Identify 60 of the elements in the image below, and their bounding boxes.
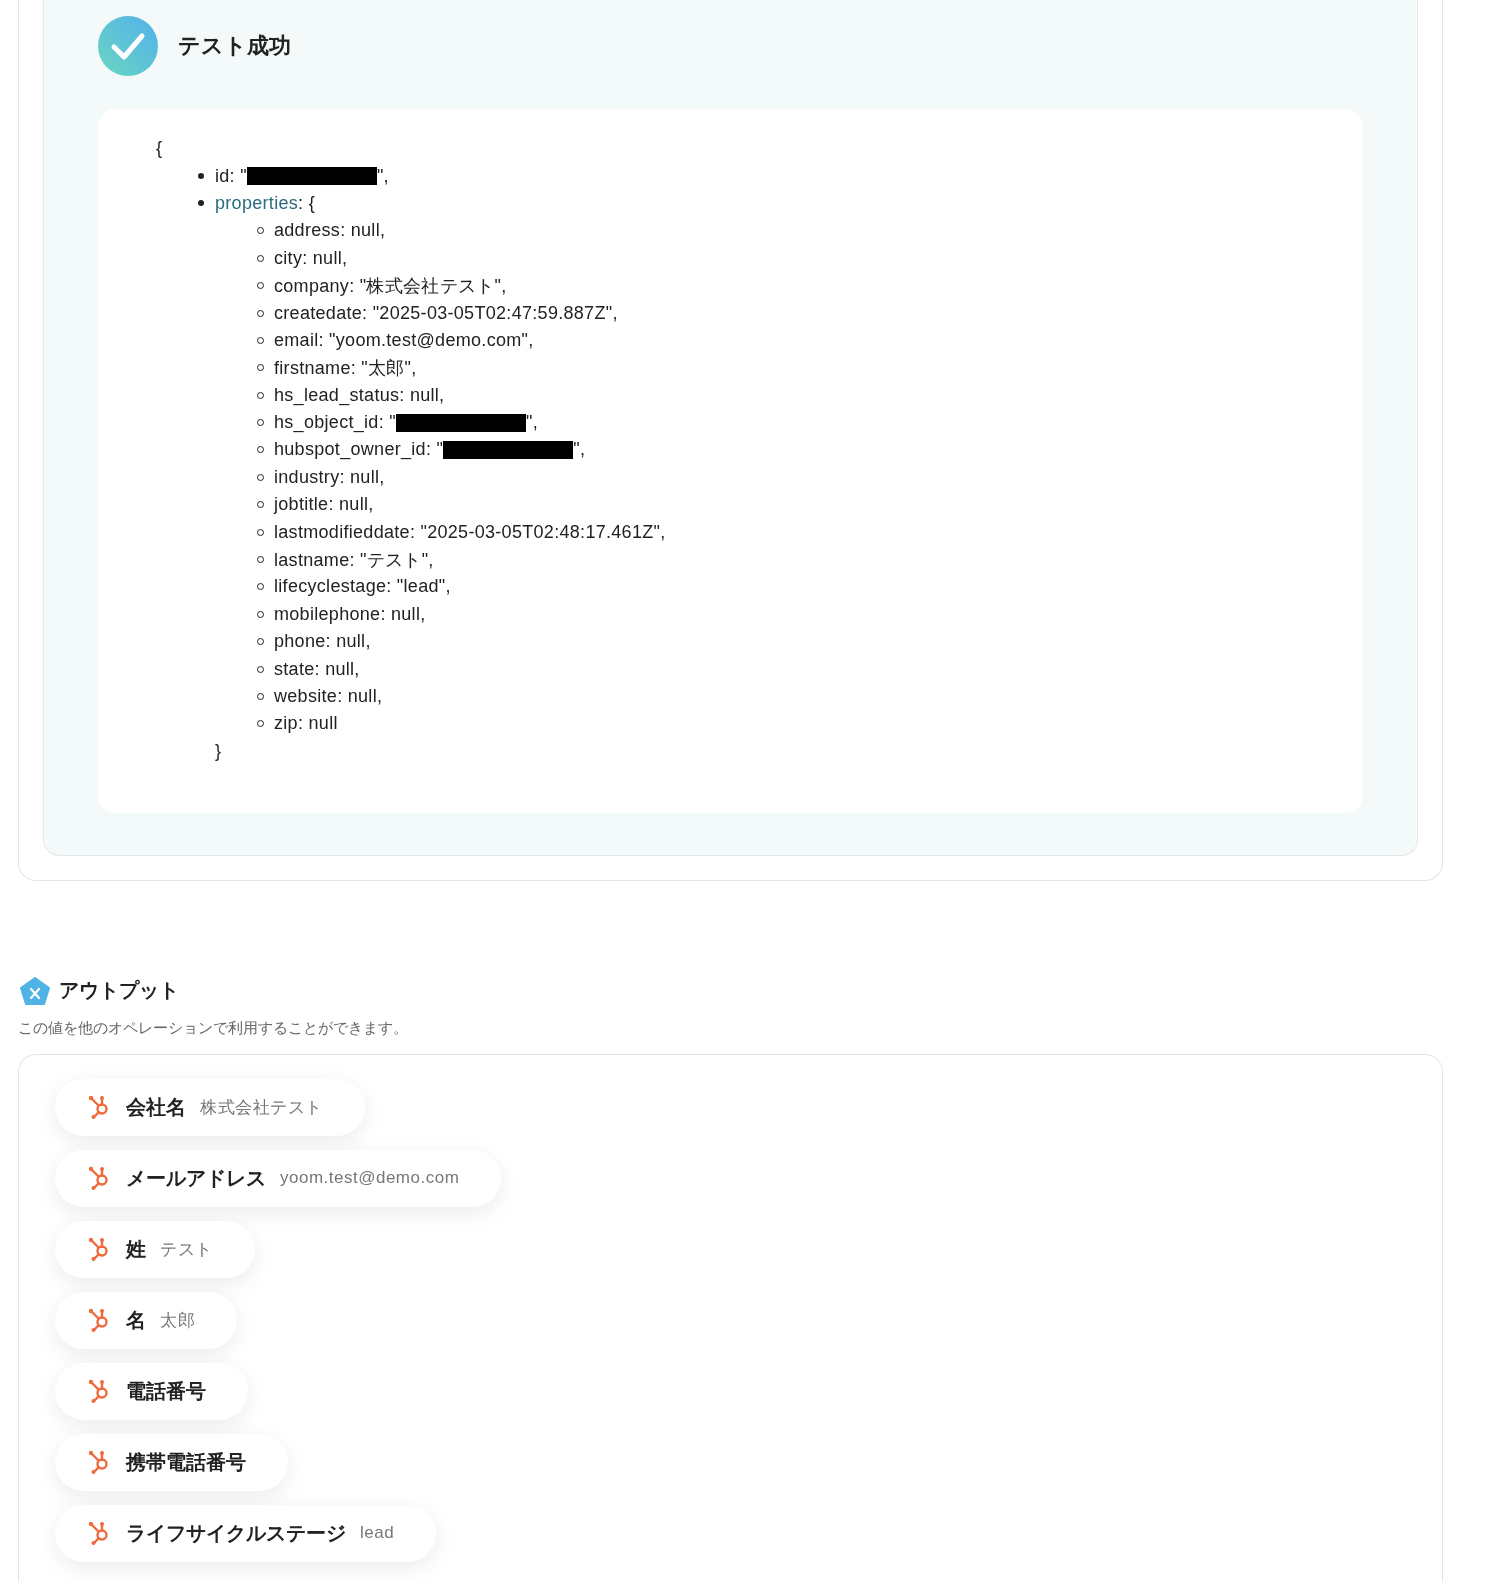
code-text: city: null,: [274, 247, 348, 269]
chip-label: メールアドレス: [126, 1166, 266, 1191]
output-chip[interactable]: 姓 テスト: [55, 1221, 255, 1278]
output-chip[interactable]: 携帯電話番号: [55, 1434, 288, 1491]
code-text: lastmodifieddate: "2025-03-05T02:48:17.461Z",: [274, 521, 666, 543]
chip-label: 会社名: [126, 1095, 186, 1120]
chip-label: 携帯電話番号: [126, 1450, 246, 1475]
output-chip[interactable]: メールアドレス yoom.test@demo.com: [55, 1150, 502, 1207]
bullet-icon: [198, 200, 204, 207]
hub-icon: [88, 1521, 110, 1546]
code-text: hs_object_id: ": [274, 412, 396, 434]
hub-icon: [88, 1237, 110, 1262]
chip-label: 姓: [126, 1237, 146, 1262]
output-chip[interactable]: 電話番号: [55, 1363, 248, 1420]
code-text: website: null,: [274, 686, 383, 707]
chip-value: 株式会社テスト: [200, 1097, 323, 1119]
code-text: address: null,: [274, 220, 386, 242]
chip-label: 電話番号: [126, 1379, 206, 1404]
code-key: properties: [215, 192, 299, 214]
bullet-icon: [198, 173, 204, 180]
code-text: state: null,: [274, 658, 360, 680]
check-icon: [98, 16, 158, 76]
code-text: hs_lead_status: null,: [274, 384, 445, 406]
chip-label: ライフサイクルステージ: [126, 1521, 346, 1546]
chip-value: lead: [360, 1523, 395, 1544]
variable-icon: [20, 977, 50, 1005]
output-title: アウトプット: [59, 978, 179, 1004]
code-text: ",: [525, 412, 538, 434]
code-text: ",: [376, 165, 389, 187]
code-text: firstname: "太郎",: [274, 356, 417, 380]
code-text: company: "株式会社テスト",: [274, 274, 507, 298]
hub-icon: [88, 1095, 110, 1120]
code-text: industry: null,: [274, 466, 385, 488]
chip-value: 太郎: [160, 1310, 195, 1332]
code-text: mobilephone: null,: [274, 603, 426, 625]
hub-icon: [88, 1450, 110, 1475]
code-text: id: ": [215, 165, 247, 187]
code-text: }: [215, 740, 222, 762]
code-text: email: "yoom.test@demo.com",: [274, 329, 534, 351]
code-text: phone: null,: [274, 631, 371, 653]
chip-label: 名: [126, 1308, 146, 1333]
output-chip[interactable]: 名 太郎: [55, 1292, 237, 1349]
code-text: lifecyclestage: "lead",: [274, 576, 451, 598]
hub-icon: [88, 1308, 110, 1333]
chip-value: テスト: [160, 1239, 213, 1261]
code-text: ",: [573, 439, 586, 461]
result-title: テスト成功: [178, 32, 291, 60]
output-chip[interactable]: ライフサイクルステージ lead: [55, 1505, 437, 1562]
code-text: createdate: "2025-03-05T02:47:59.887Z",: [274, 302, 618, 324]
output-description: この値を他のオペレーションで利用することができます。: [18, 1019, 409, 1038]
hub-icon: [88, 1166, 110, 1191]
code-text: jobtitle: null,: [274, 494, 374, 516]
hub-icon: [88, 1379, 110, 1404]
code-text: hubspot_owner_id: ": [274, 439, 444, 461]
output-chip[interactable]: 会社名 株式会社テスト: [55, 1079, 365, 1136]
code-text: lastname: "テスト",: [274, 548, 434, 572]
code-text: zip: null: [274, 713, 338, 735]
code-text: {: [156, 138, 163, 160]
chip-value: yoom.test@demo.com: [280, 1168, 460, 1189]
code-text: : {: [298, 192, 315, 214]
